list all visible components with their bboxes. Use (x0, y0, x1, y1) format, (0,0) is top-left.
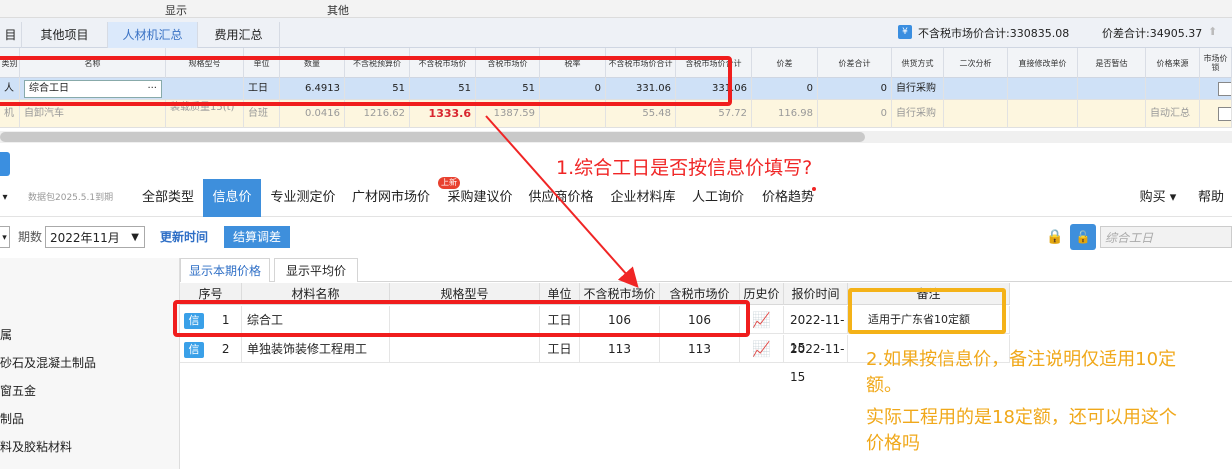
arrow-annotation (485, 115, 639, 288)
annotation-dot (812, 187, 816, 191)
annotation-question-2-line3: 实际工程用的是18定额，还可以用这个 (866, 407, 1177, 428)
annotation-question-2-line4: 价格吗 (866, 433, 920, 454)
annotation-question-2-line2: 额。 (866, 375, 902, 396)
annotation-question-2-line1: 2.如果按信息价，备注说明仅适用10定 (866, 349, 1177, 370)
annotation-arrows (485, 115, 816, 288)
annotation-question-1: 1.综合工日是否按信息价填写? (556, 157, 813, 179)
